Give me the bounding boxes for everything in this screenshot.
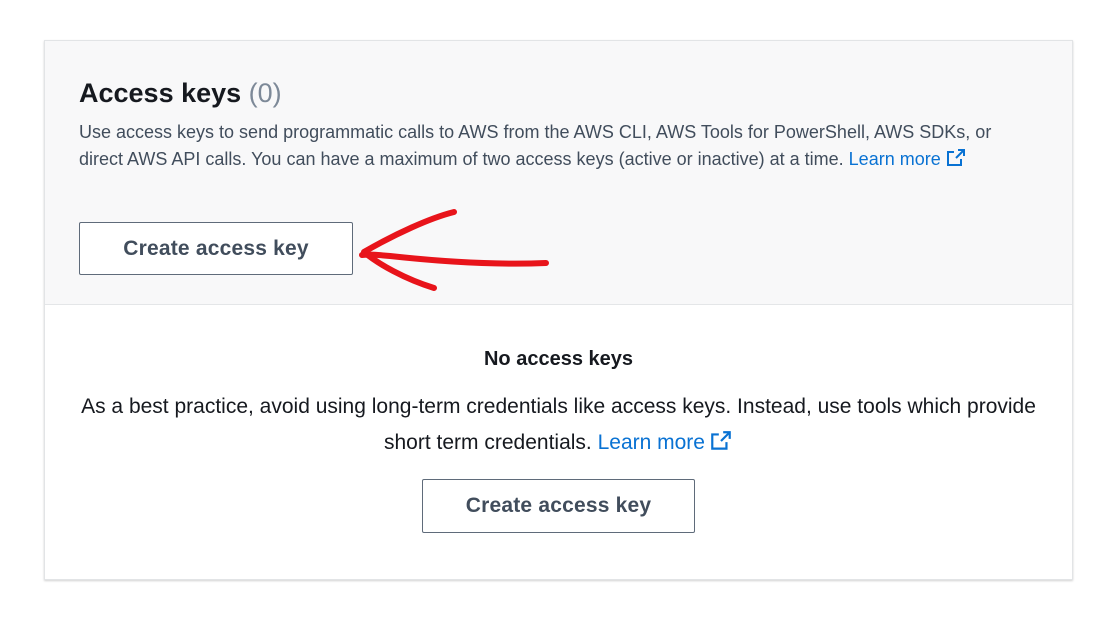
empty-state-learn-more-link[interactable]: Learn more — [598, 431, 733, 454]
access-keys-panel: Access keys (0) Use access keys to send … — [44, 40, 1073, 580]
panel-title-text: Access keys — [79, 78, 242, 108]
create-access-key-button[interactable]: Create access key — [79, 222, 353, 275]
panel-header: Access keys (0) Use access keys to send … — [45, 41, 1072, 305]
external-link-icon — [709, 428, 733, 464]
red-arrow-icon — [359, 209, 549, 291]
learn-more-link-label: Learn more — [848, 149, 941, 169]
external-link-icon — [945, 148, 967, 176]
empty-state-create-access-key-button[interactable]: Create access key — [422, 479, 695, 533]
empty-state-learn-more-label: Learn more — [597, 431, 705, 454]
panel-title: Access keys (0) — [79, 75, 282, 111]
empty-state: No access keys As a best practice, avoid… — [45, 345, 1072, 464]
learn-more-link[interactable]: Learn more — [849, 149, 967, 169]
access-keys-count: (0) — [248, 78, 282, 108]
empty-state-description-text: As a best practice, avoid using long-ter… — [81, 395, 1036, 454]
empty-state-description: As a best practice, avoid using long-ter… — [69, 389, 1049, 464]
panel-description: Use access keys to send programmatic cal… — [79, 119, 1039, 176]
empty-state-title: No access keys — [483, 348, 633, 370]
